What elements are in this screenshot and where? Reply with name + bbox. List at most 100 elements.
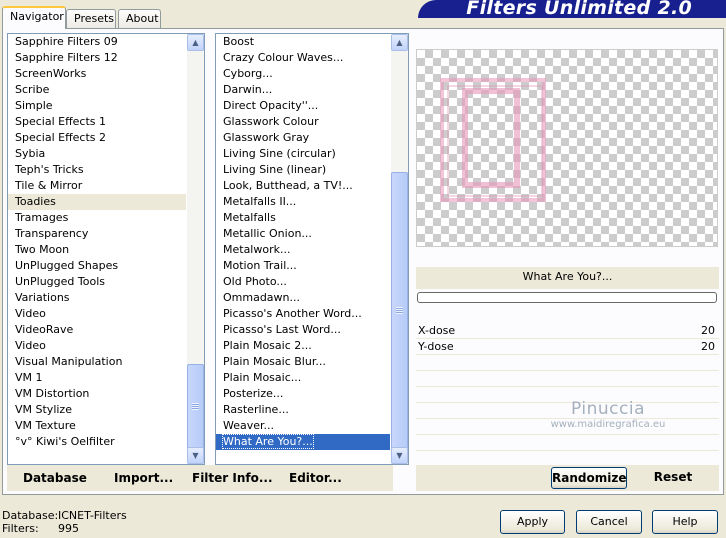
preview-frame-shadow xyxy=(447,85,543,197)
randomize-button[interactable]: Randomize xyxy=(551,467,627,489)
list-item[interactable]: Living Sine (linear) xyxy=(216,162,390,178)
list-item[interactable]: Motion Trail... xyxy=(216,258,390,274)
list-item[interactable]: Boost xyxy=(216,34,390,50)
list-item[interactable]: Living Sine (circular) xyxy=(216,146,390,162)
import-button[interactable]: Import... xyxy=(114,471,173,485)
scroll-up-arrow-icon[interactable]: ▲ xyxy=(187,34,204,51)
list-item-label: Direct Opacity''... xyxy=(223,99,319,112)
list-item[interactable]: Glasswork Gray xyxy=(216,130,390,146)
list-item[interactable]: Sapphire Filters 12 xyxy=(8,50,186,66)
list-item[interactable]: UnPlugged Tools xyxy=(8,274,186,290)
list-item[interactable]: Plain Mosaic... xyxy=(216,370,390,386)
cancel-button[interactable]: Cancel xyxy=(576,510,642,534)
list-item[interactable]: Simple xyxy=(8,98,186,114)
tab-about[interactable]: About xyxy=(118,9,161,28)
list-item[interactable]: VM Texture xyxy=(8,418,186,434)
param-row-empty xyxy=(416,371,719,387)
list-item[interactable]: Cyborg... xyxy=(216,66,390,82)
list-item-label: Simple xyxy=(15,99,53,112)
tab-presets[interactable]: Presets xyxy=(66,9,116,28)
apply-button[interactable]: Apply xyxy=(500,510,565,534)
category-scroll-thumb[interactable] xyxy=(187,364,204,449)
list-item[interactable]: °v° Kiwi's Oelfilter xyxy=(8,434,186,450)
list-item[interactable]: VideoRave xyxy=(8,322,186,338)
list-item[interactable]: Metalfalls II... xyxy=(216,194,390,210)
list-item[interactable]: Rasterline... xyxy=(216,402,390,418)
filter-items: Boost Crazy Colour Waves... Cyborg... Darwi… xyxy=(216,34,390,450)
list-item-label: VM 1 xyxy=(15,371,43,384)
param-row-x-dose[interactable]: X-dose 20 xyxy=(416,323,719,339)
list-item-label: Living Sine (linear) xyxy=(223,163,327,176)
tab-navigator[interactable]: Navigator xyxy=(2,6,66,29)
parameter-panel: X-dose 20 Y-dose 20 xyxy=(416,323,719,463)
list-item[interactable]: Transparency xyxy=(8,226,186,242)
list-item[interactable]: VM 1 xyxy=(8,370,186,386)
filter-scrollbar[interactable]: ▲ ▼ xyxy=(391,34,408,464)
list-item[interactable]: ScreenWorks xyxy=(8,66,186,82)
watermark: Pinuccia www.maidiregrafica.eu xyxy=(543,399,673,430)
editor-button[interactable]: Editor... xyxy=(289,471,342,485)
list-item[interactable]: Teph's Tricks xyxy=(8,162,186,178)
list-item-label: Ommadawn... xyxy=(223,291,301,304)
list-item[interactable]: Glasswork Colour xyxy=(216,114,390,130)
list-item[interactable]: Two Moon xyxy=(8,242,186,258)
filter-list[interactable]: Boost Crazy Colour Waves... Cyborg... Darwi… xyxy=(215,33,409,465)
param-row-empty xyxy=(416,355,719,371)
list-item[interactable]: Video xyxy=(8,306,186,322)
list-item-label: Visual Manipulation xyxy=(15,355,123,368)
list-item[interactable]: Special Effects 2 xyxy=(8,130,186,146)
list-item[interactable]: Metallic Onion... xyxy=(216,226,390,242)
list-item[interactable]: Scribe xyxy=(8,82,186,98)
scroll-down-arrow-icon[interactable]: ▼ xyxy=(391,447,408,464)
list-item[interactable]: Darwin... xyxy=(216,82,390,98)
list-item-label: Glasswork Gray xyxy=(223,131,310,144)
list-item[interactable]: What Are You?... xyxy=(216,434,390,450)
category-scrollbar[interactable]: ▲ ▼ xyxy=(187,34,204,464)
list-item[interactable]: Toadies xyxy=(8,194,186,210)
scroll-down-arrow-icon[interactable]: ▼ xyxy=(187,447,204,464)
list-item[interactable]: Direct Opacity''... xyxy=(216,98,390,114)
list-item[interactable]: Metalwork... xyxy=(216,242,390,258)
list-item[interactable]: Plain Mosaic 2... xyxy=(216,338,390,354)
list-item[interactable]: VM Distortion xyxy=(8,386,186,402)
category-list[interactable]: Sapphire Filters 09 Sapphire Filters 12 Sc… xyxy=(7,33,205,465)
database-value: ICNET-Filters xyxy=(58,509,127,522)
list-item[interactable]: Variations xyxy=(8,290,186,306)
list-item[interactable]: Picasso's Another Word... xyxy=(216,306,390,322)
list-item-label: Video xyxy=(15,307,46,320)
filter-info-button[interactable]: Filter Info... xyxy=(192,471,273,485)
list-item[interactable]: Tile & Mirror xyxy=(8,178,186,194)
list-item[interactable]: Special Effects 1 xyxy=(8,114,186,130)
list-item-label: Living Sine (circular) xyxy=(223,147,336,160)
list-item-label: Boost xyxy=(223,35,255,48)
list-item[interactable]: VM Stylize xyxy=(8,402,186,418)
list-item[interactable]: Sapphire Filters 09 xyxy=(8,34,186,50)
category-items: Sapphire Filters 09 Sapphire Filters 12 Sc… xyxy=(8,34,186,450)
list-item[interactable]: Metalfalls xyxy=(216,210,390,226)
list-item[interactable]: UnPlugged Shapes xyxy=(8,258,186,274)
watermark-name: Pinuccia xyxy=(571,399,645,419)
list-item[interactable]: Tramages xyxy=(8,210,186,226)
list-item[interactable]: Plain Mosaic Blur... xyxy=(216,354,390,370)
help-button[interactable]: Help xyxy=(652,510,718,534)
list-item[interactable]: Look, Butthead, a TV!... xyxy=(216,178,390,194)
list-item[interactable]: Posterize... xyxy=(216,386,390,402)
scroll-up-arrow-icon[interactable]: ▲ xyxy=(391,34,408,51)
list-item[interactable]: Crazy Colour Waves... xyxy=(216,50,390,66)
database-button[interactable]: Database xyxy=(23,471,87,485)
list-item-label: What Are You?... xyxy=(222,434,314,449)
scroll-grip-icon xyxy=(396,306,403,314)
list-item[interactable]: Video xyxy=(8,338,186,354)
list-item[interactable]: Sybia xyxy=(8,146,186,162)
filter-scroll-thumb[interactable] xyxy=(391,172,408,449)
list-item[interactable]: Ommadawn... xyxy=(216,290,390,306)
param-row-empty xyxy=(416,435,719,451)
list-item-label: Picasso's Last Word... xyxy=(223,323,341,336)
list-item[interactable]: Visual Manipulation xyxy=(8,354,186,370)
list-item[interactable]: Weaver... xyxy=(216,418,390,434)
list-item[interactable]: Old Photo... xyxy=(216,274,390,290)
reset-button[interactable]: Reset xyxy=(638,467,708,489)
list-item[interactable]: Picasso's Last Word... xyxy=(216,322,390,338)
param-name: Y-dose xyxy=(418,340,454,353)
param-row-y-dose[interactable]: Y-dose 20 xyxy=(416,339,719,355)
